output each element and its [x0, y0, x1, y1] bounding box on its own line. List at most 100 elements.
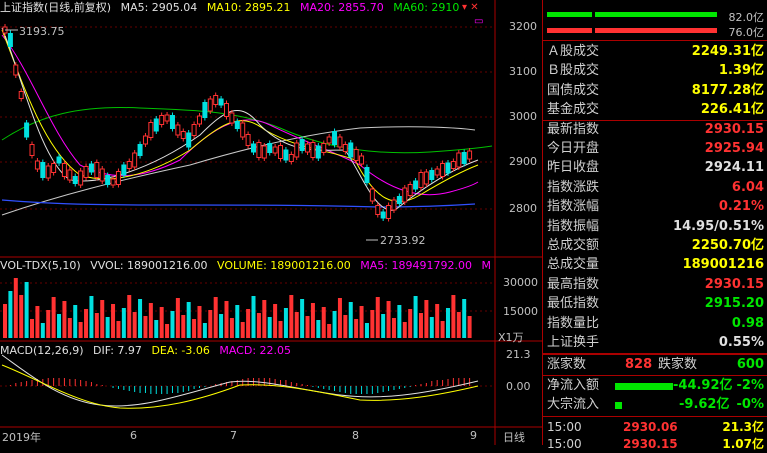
- quote-row-value: 14.95/0.51%: [673, 218, 764, 234]
- price-tick: 3000: [509, 110, 537, 123]
- tick-price: 2930.15: [623, 437, 678, 451]
- ma60-value: MA60: 2910: [393, 1, 460, 14]
- quote-row: 最低指数 2915.20: [543, 295, 767, 313]
- quote-row-label: 最新指数: [547, 121, 600, 137]
- quote-row-value: 0.98: [731, 315, 764, 331]
- vvol-value: VVOL: 189001216.00: [90, 259, 208, 272]
- chart-toggle-icon[interactable]: ▭: [474, 16, 483, 27]
- quote-row: 总成交额 2250.70亿: [543, 237, 767, 255]
- vol-tick: 30000: [503, 276, 538, 289]
- quote-row: 指数涨跌 6.04: [543, 179, 767, 197]
- down-ratio-value: 76.0亿: [728, 26, 765, 39]
- tick-volume: 21.3亿: [722, 420, 764, 434]
- quote-row-value: 1.39亿: [718, 63, 764, 79]
- price-tick: 2800: [509, 202, 537, 215]
- up-ratio-bar: [547, 12, 717, 17]
- month-label: 7: [230, 429, 237, 442]
- up-count-label: 涨家数: [547, 357, 587, 372]
- macd-header: MACD(12,26,9) DIF: 7.97 DEA: -3.06 MACD:…: [0, 343, 297, 359]
- high-price-label: 3193.75: [19, 25, 65, 38]
- quote-row-value: 2250.70亿: [691, 238, 764, 253]
- index-title: 上证指数(日线,前复权): [0, 1, 112, 14]
- month-label: 2019年: [2, 431, 41, 444]
- low-price-label: 2733.92: [380, 234, 426, 247]
- line-type-tab[interactable]: 日线: [503, 429, 525, 445]
- quote-row-label: Ｂ股成交: [547, 63, 600, 79]
- price-tick: 3100: [509, 65, 537, 78]
- volume-value: VOLUME: 189001216.00: [217, 259, 351, 272]
- down-ratio-bar: [547, 28, 717, 33]
- quote-row-label: 昨日收盘: [547, 160, 600, 176]
- netflow-value: -44.92亿: [673, 378, 733, 393]
- vol-indicator-name: VOL-TDX(5,10): [0, 259, 81, 272]
- quote-row: 指数振幅 14.95/0.51%: [543, 218, 767, 236]
- quote-row: Ｂ股成交 1.39亿: [543, 62, 767, 80]
- month-label: 6: [130, 429, 137, 442]
- netflow-row: 净流入额 -44.92亿 -2%: [543, 377, 767, 395]
- quote-row-label: Ａ股成交: [547, 44, 600, 59]
- netflow-bar: [615, 383, 673, 390]
- quote-row-value: 2249.31亿: [691, 44, 764, 59]
- quote-panel: 82.0亿 76.0亿 Ａ股成交 2249.31亿 Ｂ股成交 1.39亿国债成交 817…: [542, 0, 767, 451]
- macd-tick: 21.3: [506, 348, 531, 361]
- block-flow-value: -9.62亿: [679, 397, 730, 412]
- chart-canvas[interactable]: [0, 0, 542, 445]
- tick-time: 15:00: [547, 420, 582, 434]
- price-tick: 2900: [509, 155, 537, 168]
- ma5-value: MA5: 2905.04: [120, 1, 198, 14]
- ma10-value: MA10: 2895.21: [206, 1, 291, 14]
- down-count: 600: [736, 357, 764, 372]
- quote-row-value: 0.21%: [718, 199, 764, 215]
- quote-row-value: 189001216: [682, 257, 764, 273]
- quote-row-label: 今日开盘: [547, 141, 600, 156]
- dif-value: DIF: 7.97: [93, 344, 142, 357]
- quote-row-value: 2915.20: [704, 296, 764, 312]
- down-count-label: 跌家数: [658, 357, 698, 372]
- quote-row-value: 2930.15: [704, 121, 764, 137]
- tick-volume: 1.07亿: [722, 437, 764, 451]
- quote-row-label: 国债成交: [547, 82, 600, 98]
- tick-time: 15:00: [547, 437, 582, 451]
- quote-row: 指数量比 0.98: [543, 315, 767, 333]
- macd-tick: 0.00: [506, 380, 531, 393]
- quote-row: 最新指数 2930.15: [543, 121, 767, 139]
- quote-row-value: 8177.28亿: [691, 82, 764, 98]
- macd-value: MACD: 22.05: [219, 344, 292, 357]
- quote-row: 最高指数 2930.15: [543, 276, 767, 294]
- quote-row-label: 总成交量: [547, 257, 600, 273]
- up-count: 828: [625, 357, 653, 372]
- quote-row: 指数涨幅 0.21%: [543, 198, 767, 216]
- kline-header: 上证指数(日线,前复权) MA5: 2905.04 MA10: 2895.21 …: [0, 0, 465, 16]
- macd-indicator-name: MACD(12,26,9): [0, 344, 84, 357]
- month-label: 8: [352, 429, 359, 442]
- quote-row-value: 2924.11: [704, 160, 764, 176]
- volume-header: VOL-TDX(5,10) VVOL: 189001216.00 VOLUME:…: [0, 258, 497, 274]
- quote-row-label: 指数涨跌: [547, 179, 600, 195]
- dea-value: DEA: -3.06: [151, 344, 210, 357]
- block-flow-row: 大宗流入 -9.62亿 -0%: [543, 396, 767, 414]
- tick-price: 2930.06: [623, 420, 678, 434]
- quote-row-value: 226.41亿: [700, 102, 764, 118]
- chart-controls-icon[interactable]: ▾ ✕: [462, 2, 479, 13]
- block-flow-pct: -0%: [736, 397, 764, 412]
- ma20-value: MA20: 2855.70: [300, 1, 384, 14]
- quote-row-label: 指数振幅: [547, 218, 600, 234]
- netflow-label: 净流入额: [547, 378, 600, 393]
- vol-ma5-value: MA5: 189491792.00: [360, 259, 472, 272]
- quote-row-value: 6.04: [731, 179, 764, 195]
- month-label: 9: [470, 429, 477, 442]
- tick-row: 15:00 2930.15 1.07亿: [543, 435, 767, 453]
- quote-row-value: 2925.94: [704, 141, 764, 156]
- quote-row: 今日开盘 2925.94: [543, 140, 767, 158]
- quote-row: 总成交量 189001216: [543, 256, 767, 274]
- block-flow-label: 大宗流入: [547, 397, 600, 412]
- quote-row-value: 2930.15: [704, 276, 764, 292]
- quote-row-label: 指数量比: [547, 315, 600, 331]
- vol-ma-more: M: [481, 259, 491, 272]
- kline-chart-area[interactable]: 上证指数(日线,前复权) MA5: 2905.04 MA10: 2895.21 …: [0, 0, 542, 445]
- up-ratio-value: 82.0亿: [728, 11, 765, 24]
- price-tick: 3200: [509, 20, 537, 33]
- quote-row-label: 最高指数: [547, 276, 600, 292]
- breadth-row: 涨家数 828 跌家数 600: [543, 356, 767, 374]
- quote-row-label: 总成交额: [547, 238, 600, 253]
